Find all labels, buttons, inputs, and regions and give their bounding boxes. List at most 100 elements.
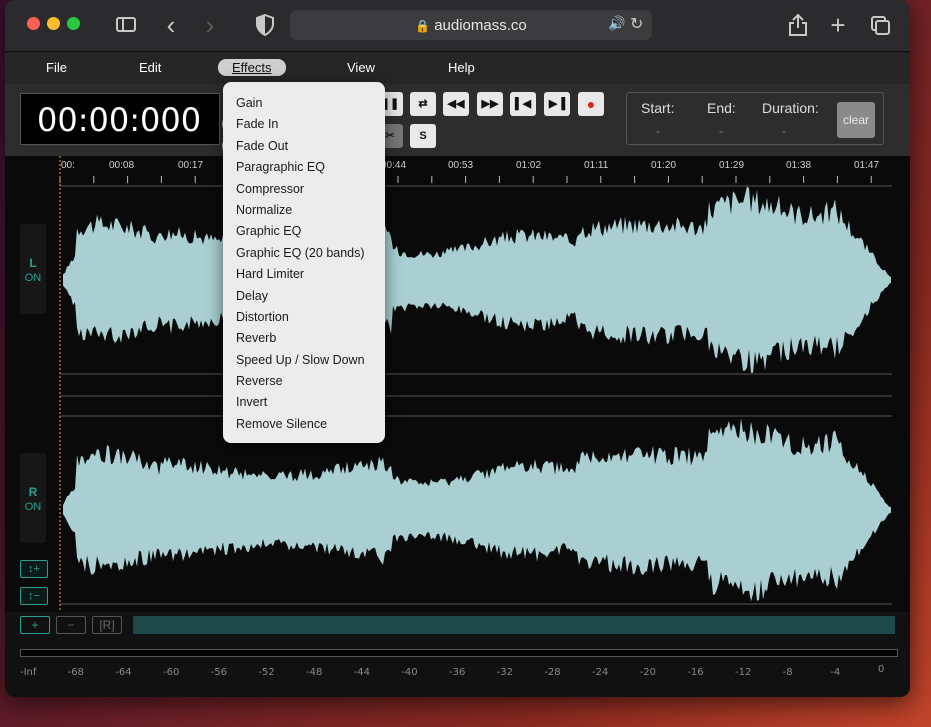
minimize-window-button[interactable]: [47, 17, 60, 30]
time-value: 00:00:000: [37, 101, 202, 139]
loop-button[interactable]: ⇄: [410, 92, 436, 116]
waveform-right-channel: [63, 418, 891, 602]
back-icon[interactable]: ‹: [159, 12, 183, 38]
waveform-editor[interactable]: 00: 00:08 00:17 00:44 00:53 01:02 01:11 01:20 01…: [5, 156, 910, 612]
vertical-zoom-in-button[interactable]: ↕+: [20, 560, 48, 578]
zoom-in-button[interactable]: +: [20, 616, 50, 634]
effects-item-gain[interactable]: Gain: [223, 93, 385, 114]
address-bar[interactable]: 🔒 audiomass.co 🔊 ↻: [290, 10, 652, 40]
lock-icon: 🔒: [415, 19, 431, 33]
left-channel-toggle[interactable]: L ON: [20, 224, 46, 314]
meter-label: -60: [163, 667, 180, 678]
meter-label: -28: [544, 667, 561, 678]
meter-label: -40: [401, 667, 418, 678]
meter-label: 0: [878, 664, 885, 675]
right-channel-state: ON: [24, 501, 42, 513]
reload-icon[interactable]: ↻: [630, 14, 643, 34]
browser-window: ‹ › 🔒 audiomass.co 🔊 ↻ + File Edit Effect…: [5, 0, 910, 697]
forward-icon[interactable]: ›: [198, 12, 222, 38]
effects-item-reverse[interactable]: Reverse: [223, 371, 385, 392]
effects-dropdown: Gain Fade In Fade Out Paragraphic EQ Compres…: [223, 82, 385, 443]
meter-label: -4: [830, 667, 841, 678]
effects-item-speed-up-slow-down[interactable]: Speed Up / Slow Down: [223, 350, 385, 371]
start-label: Start:: [641, 100, 675, 116]
effects-item-delay[interactable]: Delay: [223, 286, 385, 307]
clear-selection-button[interactable]: clear: [837, 102, 875, 138]
waveform-canvas[interactable]: 00: 00:08 00:17 00:44 00:53 01:02 01:11 01:20 01…: [5, 156, 910, 612]
zoom-reset-button[interactable]: [R]: [92, 616, 122, 634]
effects-item-fade-in[interactable]: Fade In: [223, 114, 385, 135]
end-label: End:: [707, 100, 736, 116]
close-window-button[interactable]: [27, 17, 40, 30]
zoom-out-button[interactable]: −: [56, 616, 86, 634]
timeline-tick-label: 00:17: [178, 160, 203, 171]
meter-label: -64: [115, 667, 132, 678]
bottom-bar: + − [R] -Inf -68 -64 -60 -56 -52 -48 -44 -40 -36-…: [5, 612, 910, 697]
timeline-tick-label: 01:11: [584, 160, 609, 171]
meter-label: -12: [735, 667, 752, 678]
transport-controls: 00:00:000 01 00 ❚❚ ⇄ ◀◀ ▶▶ ▌◀ ▶▐ ● ✂ S S…: [5, 84, 910, 156]
timeline-ruler: 00: 00:08 00:17 00:44 00:53 01:02 01:11 01:20 01…: [59, 160, 879, 183]
effects-item-graphic-eq-20-bands[interactable]: Graphic EQ (20 bands): [223, 243, 385, 264]
new-tab-icon[interactable]: +: [825, 12, 851, 38]
skip-end-button[interactable]: ▶▐: [544, 92, 570, 116]
end-value: -: [719, 124, 723, 138]
share-icon[interactable]: [785, 12, 811, 38]
record-button[interactable]: ●: [578, 92, 604, 116]
effects-item-paragraphic-eq[interactable]: Paragraphic EQ: [223, 157, 385, 178]
effects-item-invert[interactable]: Invert: [223, 392, 385, 413]
rewind-button[interactable]: ◀◀: [443, 92, 469, 116]
url-text: audiomass.co: [434, 17, 527, 34]
meter-label: -68: [67, 667, 84, 678]
timeline-tick-label: 01:20: [651, 160, 676, 171]
time-display: 00:00:000 01 00: [20, 93, 238, 155]
skip-start-button[interactable]: ▌◀: [510, 92, 536, 116]
menu-file[interactable]: File: [46, 60, 67, 75]
selection-info: Start: End: Duration: - - - clear: [626, 92, 884, 145]
meter-label: -20: [639, 667, 656, 678]
timeline-tick-label: 01:02: [516, 160, 541, 171]
waveform-left-channel: [63, 186, 891, 373]
fast-forward-button[interactable]: ▶▶: [477, 92, 503, 116]
app-menu-bar: File Edit Effects View Help: [5, 53, 910, 84]
horizontal-scrollbar[interactable]: [133, 616, 895, 634]
menu-view[interactable]: View: [347, 60, 375, 75]
effects-item-hard-limiter[interactable]: Hard Limiter: [223, 264, 385, 285]
effects-item-fade-out[interactable]: Fade Out: [223, 136, 385, 157]
meter-label: -36: [449, 667, 466, 678]
effects-item-distortion[interactable]: Distortion: [223, 307, 385, 328]
effects-item-graphic-eq[interactable]: Graphic EQ: [223, 221, 385, 242]
right-channel-toggle[interactable]: R ON: [20, 453, 46, 543]
speaker-icon[interactable]: 🔊: [608, 15, 625, 32]
sidebar-toggle-icon[interactable]: [113, 12, 139, 38]
meter-label: -32: [496, 667, 513, 678]
duration-value: -: [782, 124, 786, 138]
level-meter: [20, 649, 898, 657]
left-channel-state: ON: [24, 272, 42, 284]
menu-effects[interactable]: Effects: [218, 59, 286, 76]
timeline-tick-label: 01:38: [786, 160, 811, 171]
meter-label: -56: [210, 667, 227, 678]
silence-button[interactable]: S: [410, 124, 436, 148]
tab-overview-icon[interactable]: [866, 12, 892, 38]
timeline-tick-label: 01:29: [719, 160, 744, 171]
menu-edit[interactable]: Edit: [139, 60, 161, 75]
start-value: -: [656, 124, 660, 138]
effects-item-normalize[interactable]: Normalize: [223, 200, 385, 221]
zoom-window-button[interactable]: [67, 17, 80, 30]
meter-label: -24: [592, 667, 609, 678]
browser-toolbar: ‹ › 🔒 audiomass.co 🔊 ↻ +: [5, 0, 910, 52]
meter-label: -Inf: [20, 667, 37, 678]
left-channel-letter: L: [29, 256, 37, 270]
meter-label: -48: [306, 667, 323, 678]
timeline-tick-label: 00:53: [448, 160, 473, 171]
privacy-shield-icon[interactable]: [253, 12, 277, 38]
effects-item-reverb[interactable]: Reverb: [223, 328, 385, 349]
menu-help[interactable]: Help: [448, 60, 475, 75]
vertical-zoom-out-button[interactable]: ↕−: [20, 587, 48, 605]
effects-item-remove-silence[interactable]: Remove Silence: [223, 414, 385, 435]
effects-item-compressor[interactable]: Compressor: [223, 179, 385, 200]
timeline-tick-label: 00:08: [109, 160, 134, 171]
timeline-tick-label: 00:: [61, 160, 75, 171]
record-icon: ●: [586, 96, 596, 112]
